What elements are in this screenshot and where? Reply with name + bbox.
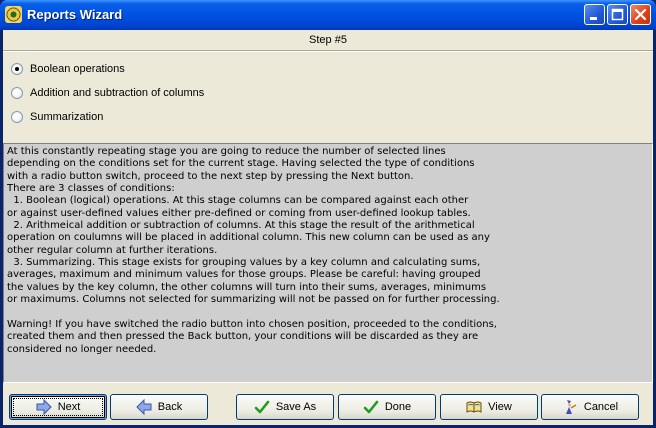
- done-button[interactable]: Done: [338, 394, 436, 420]
- book-icon: [466, 401, 482, 413]
- next-button[interactable]: Next: [9, 394, 107, 420]
- back-label: Back: [157, 401, 183, 413]
- wizard-icon: [5, 6, 22, 23]
- window-title: Reports Wizard: [27, 7, 123, 22]
- arrow-left-icon: [136, 399, 152, 415]
- view-label: View: [488, 401, 512, 413]
- save-as-label: Save As: [275, 401, 317, 413]
- view-button[interactable]: View: [440, 394, 538, 420]
- wizard-client-area: Step #5 Boolean operations Addition and …: [3, 30, 653, 425]
- option-addition-subtraction[interactable]: Addition and subtraction of columns: [11, 85, 204, 101]
- radio-boolean-operations[interactable]: [11, 63, 23, 75]
- minimize-button[interactable]: [584, 4, 605, 25]
- arrow-right-icon: [36, 399, 52, 415]
- option-label: Boolean operations: [30, 63, 125, 75]
- step-indicator: Step #5: [3, 30, 653, 52]
- option-boolean-operations[interactable]: Boolean operations: [11, 61, 125, 77]
- save-as-button[interactable]: Save As: [236, 394, 334, 420]
- option-label: Summarization: [30, 111, 104, 123]
- radio-addition-subtraction[interactable]: [11, 87, 23, 99]
- cancel-button[interactable]: Cancel: [541, 394, 639, 420]
- option-label: Addition and subtraction of columns: [30, 87, 205, 99]
- radio-summarization[interactable]: [11, 111, 23, 123]
- option-summarization[interactable]: Summarization: [11, 109, 103, 125]
- done-label: Done: [384, 401, 412, 413]
- reports-wizard-window: Reports Wizard Step #5 Boolean operation…: [0, 0, 656, 428]
- close-icon: [634, 8, 647, 21]
- wizard-figure-icon: [565, 400, 577, 414]
- maximize-icon: [611, 8, 624, 21]
- checkmark-icon: [363, 400, 379, 414]
- checkmark-icon: [254, 400, 270, 414]
- description-text: At this constantly repeating stage you a…: [3, 143, 653, 383]
- title-bar[interactable]: Reports Wizard: [0, 0, 656, 30]
- maximize-button[interactable]: [607, 4, 628, 25]
- back-button[interactable]: Back: [110, 394, 208, 420]
- cancel-label: Cancel: [583, 401, 619, 413]
- next-label: Next: [57, 401, 81, 413]
- minimize-icon: [590, 17, 597, 20]
- button-row: Next Back Save As Done View Cancel: [3, 392, 653, 422]
- close-button[interactable]: [630, 4, 651, 25]
